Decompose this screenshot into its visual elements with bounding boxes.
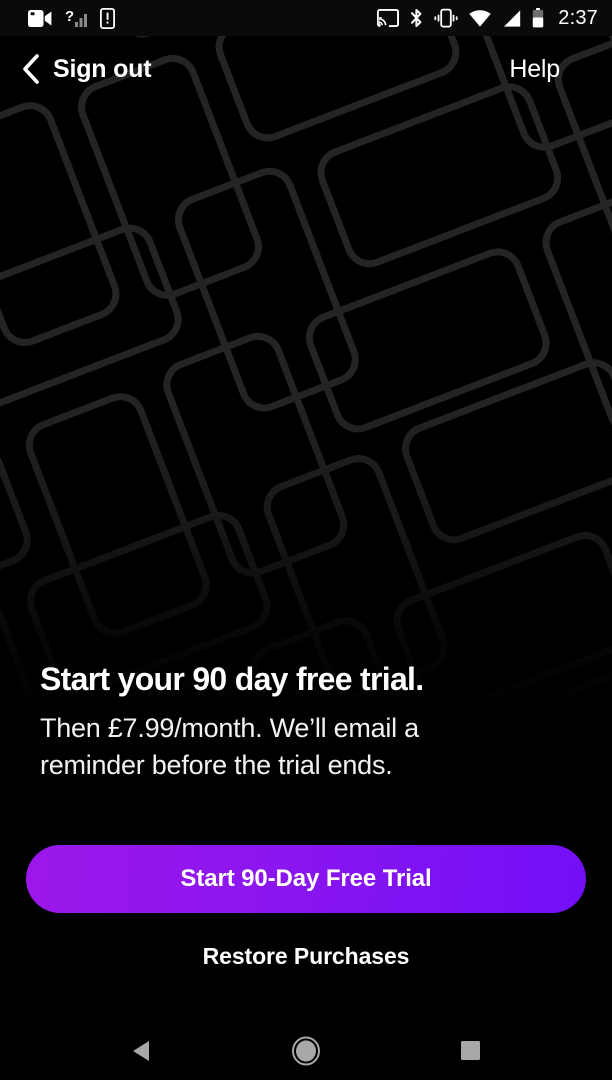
status-bar: ? 2:37 — [0, 0, 612, 36]
back-triangle-icon[interactable] — [131, 1040, 151, 1062]
home-circle-icon[interactable] — [291, 1036, 321, 1066]
sign-out-button[interactable]: Sign out — [22, 54, 152, 84]
bluetooth-icon — [411, 9, 422, 27]
app-screen: ? 2:37 Sign out Help Start your 90 day f… — [0, 0, 612, 1080]
svg-text:?: ? — [65, 8, 74, 25]
sign-out-label: Sign out — [53, 54, 152, 83]
chevron-left-icon — [23, 54, 39, 84]
status-bar-left-icons: ? — [28, 7, 115, 29]
background-phone-pattern — [0, 36, 612, 736]
battery-icon — [533, 8, 544, 28]
help-button[interactable]: Help — [509, 55, 560, 84]
status-bar-right-icons: 2:37 — [377, 8, 598, 28]
cellular-signal-icon — [504, 9, 521, 27]
top-nav-bar: Sign out Help — [0, 36, 612, 102]
vibrate-icon — [434, 8, 458, 28]
status-bar-clock: 2:37 — [558, 7, 598, 29]
start-free-trial-button[interactable]: Start 90-Day Free Trial — [26, 845, 586, 913]
page-title: Start your 90 day free trial. — [40, 661, 424, 697]
phone-alert-icon — [100, 7, 115, 29]
signal-unknown-icon: ? — [65, 8, 87, 27]
video-camera-icon — [28, 9, 52, 27]
restore-purchases-button[interactable]: Restore Purchases — [0, 943, 612, 970]
recents-square-icon[interactable] — [461, 1041, 480, 1060]
pricing-description: Then £7.99/month. We’ll email a reminder… — [40, 713, 419, 781]
wifi-icon — [469, 9, 491, 27]
cast-icon — [377, 9, 400, 27]
android-nav-bar — [0, 1012, 612, 1080]
